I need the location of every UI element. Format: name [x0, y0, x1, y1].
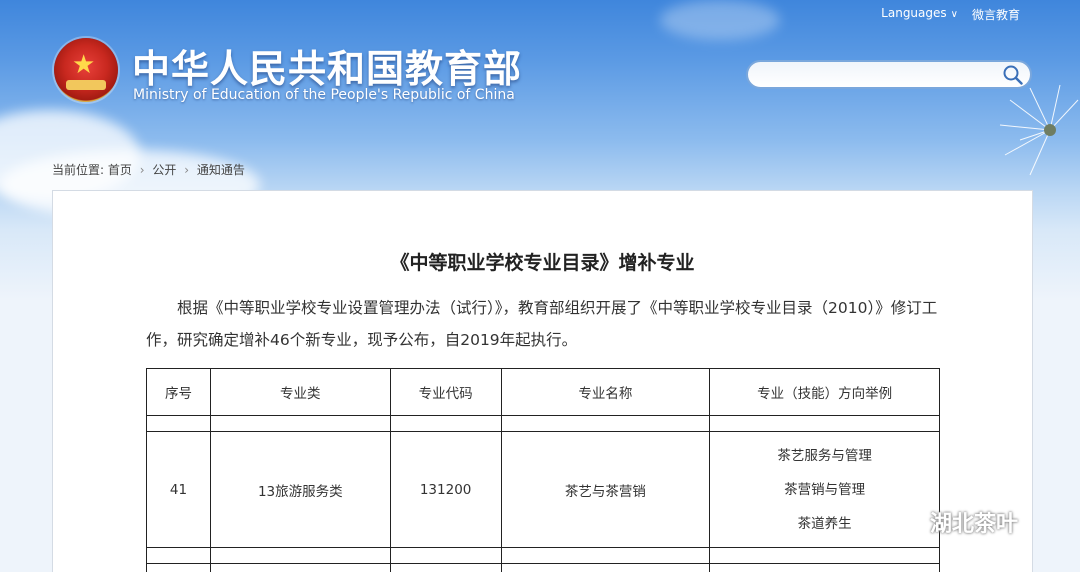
languages-label: Languages — [881, 6, 947, 20]
header-directions: 专业（技能）方向举例 — [709, 368, 940, 416]
table-spacer-row — [146, 415, 940, 432]
cell-name: 茶艺与茶营销 — [500, 431, 711, 548]
major-table: 序号 专业类 专业代码 专业名称 专业（技能）方向举例 41 13旅游服务类 1… — [146, 368, 940, 572]
watermark-text: 湖北茶叶 — [930, 512, 1019, 537]
header-code: 专业代码 — [389, 368, 502, 416]
languages-link[interactable]: Languages ∨ — [881, 6, 958, 23]
dandelion-decoration — [999, 84, 1079, 176]
direction-item: 茶营销与管理 — [784, 481, 866, 498]
table-header-row: 序号 专业类 专业代码 专业名称 专业（技能）方向举例 — [146, 368, 940, 416]
table-row: 41 13旅游服务类 131200 茶艺与茶营销 茶艺服务与管理 茶营销与管理 … — [146, 431, 940, 548]
top-links: Languages ∨ 微言教育 — [881, 6, 1020, 23]
cell-code: 131200 — [389, 431, 502, 548]
search-input[interactable] — [748, 62, 998, 87]
content-panel: 《中等职业学校专业目录》增补专业 根据《中等职业学校专业设置管理办法（试行）》，… — [52, 190, 1033, 572]
site-title-en[interactable]: Ministry of Education of the People's Re… — [133, 87, 515, 103]
watermark: 湖北茶叶 — [888, 506, 1018, 538]
document-paragraph: 根据《中等职业学校专业设置管理办法（试行）》，教育部组织开展了《中等职业学校专业… — [146, 299, 938, 349]
breadcrumb-prefix: 当前位置: — [52, 163, 105, 177]
breadcrumb: 当前位置: 首页 › 公开 › 通知通告 — [52, 161, 245, 178]
cell-category: 13旅游服务类 — [209, 431, 391, 548]
site-header: ★ 中华人民共和国教育部 Ministry of Education of th… — [0, 0, 1080, 176]
cell-seq: 41 — [146, 431, 211, 548]
breadcrumb-separator-icon: › — [139, 163, 145, 177]
wechat-link[interactable]: 微言教育 — [972, 6, 1020, 23]
national-emblem-icon[interactable]: ★ — [54, 38, 118, 102]
header-name: 专业名称 — [500, 368, 711, 416]
breadcrumb-notices[interactable]: 通知通告 — [197, 163, 245, 177]
wechat-icon — [888, 508, 921, 535]
document-title: 《中等职业学校专业目录》增补专业 — [390, 252, 695, 274]
table-spacer-row — [146, 547, 940, 564]
site-title-cn[interactable]: 中华人民共和国教育部 — [132, 38, 522, 93]
table-spacer-row — [146, 563, 940, 572]
header-seq: 序号 — [146, 368, 211, 416]
breadcrumb-separator-icon: › — [184, 163, 190, 177]
breadcrumb-public[interactable]: 公开 — [152, 163, 176, 177]
header-category: 专业类 — [209, 368, 391, 416]
breadcrumb-home[interactable]: 首页 — [108, 163, 132, 177]
chevron-down-icon: ∨ — [950, 9, 958, 20]
direction-item: 茶艺服务与管理 — [777, 447, 872, 464]
